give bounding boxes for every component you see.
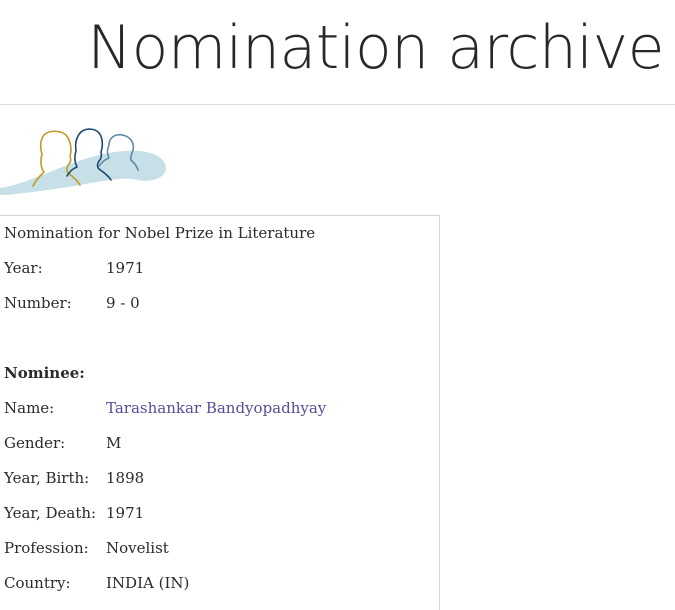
nominee-name-row: Name: Tarashankar Bandyopadhyay [4,397,326,419]
nominee-profession-label: Profession: [4,539,89,557]
year-label: Year: [4,259,43,277]
nominee-gender-row: Gender: M [4,432,121,454]
nominee-name-label: Name: [4,399,55,417]
nominee-death-year-value: 1971 [106,504,145,522]
header-divider [0,104,675,105]
nominee-death-year-label: Year, Death: [4,504,97,522]
nominee-birth-year-value: 1898 [106,469,145,487]
nominee-gender-label: Gender: [4,434,66,452]
nomination-archive-logo [0,128,166,195]
nominee-country-label: Country: [4,574,71,592]
nominee-profession-row: Profession: Novelist [4,537,169,559]
page-title: Nomination archive [87,13,664,83]
nominee-gender-value: M [106,434,122,452]
nominee-country-value: INDIA (IN) [106,574,190,592]
number-value: 9 - 0 [106,294,140,312]
record-heading: Nomination for Nobel Prize in Literature [4,224,316,242]
nominee-birth-year-row: Year, Birth: 1898 [4,467,144,489]
year-row: Year: 1971 [4,257,144,279]
nominee-death-year-row: Year, Death: 1971 [4,502,144,524]
nominee-name-link[interactable]: Tarashankar Bandyopadhyay [106,397,326,419]
nominee-section-label: Nominee: [4,364,85,382]
nominee-country-row: Country: INDIA (IN) [4,572,189,594]
year-value: 1971 [106,259,145,277]
nominee-birth-year-label: Year, Birth: [4,469,90,487]
number-label: Number: [4,294,72,312]
nominee-profession-value: Novelist [106,539,169,557]
number-row: Number: 9 - 0 [4,292,140,314]
